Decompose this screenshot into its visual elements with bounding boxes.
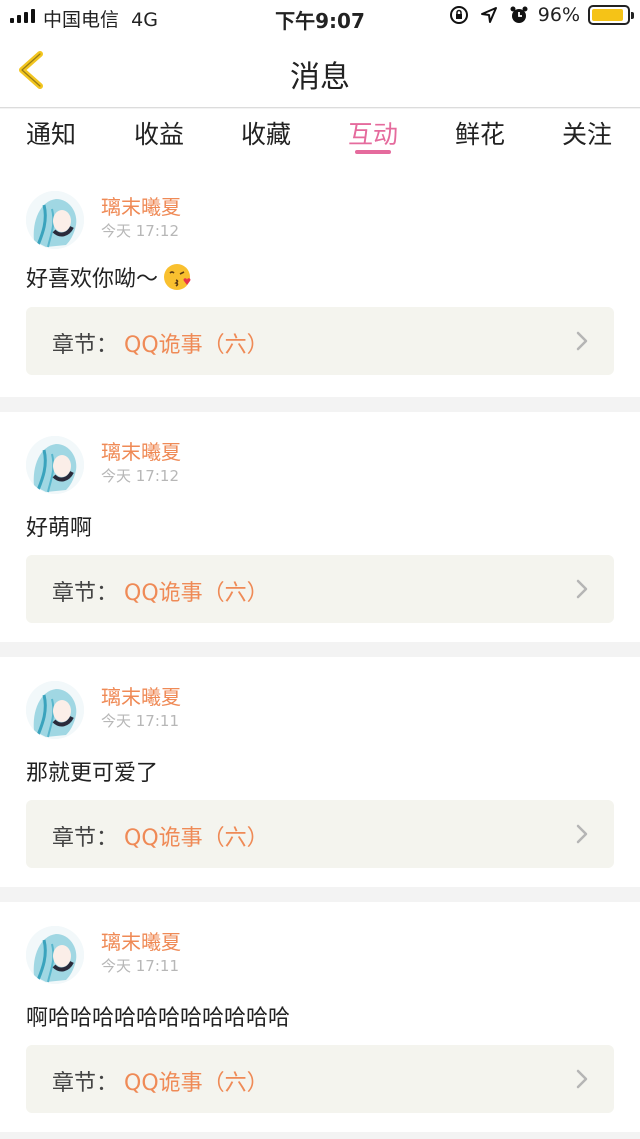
- avatar[interactable]: [26, 681, 84, 739]
- message-card: 璃末曦夏 今天 17:11 那就更可爱了 章节： QQ诡事（六）: [0, 657, 640, 887]
- alarm-icon: [508, 4, 530, 26]
- message-content: 好萌啊: [26, 510, 92, 542]
- timestamp: 今天 17:11: [101, 712, 179, 730]
- chapter-link[interactable]: 章节： QQ诡事（六）: [26, 800, 614, 868]
- message-content: 啊哈哈哈哈哈哈哈哈哈哈哈: [26, 1000, 290, 1032]
- chevron-right-icon: [576, 824, 588, 844]
- tab-favorites[interactable]: 收藏: [241, 115, 291, 151]
- message-card: 璃末曦夏 今天 17:12 好喜欢你呦～ 章节： QQ诡事（六）: [0, 167, 640, 397]
- location-icon: [478, 4, 500, 26]
- tab-flowers[interactable]: 鲜花: [455, 115, 505, 151]
- tab-earnings[interactable]: 收益: [134, 115, 184, 151]
- message-text: 那就更可爱了: [26, 761, 159, 786]
- active-tab-indicator: [355, 150, 391, 154]
- chapter-name: QQ诡事（六）: [124, 581, 269, 606]
- message-text: 好喜欢你呦～: [26, 267, 159, 292]
- kiss-emoji-icon: [162, 262, 192, 292]
- username[interactable]: 璃末曦夏: [101, 926, 181, 955]
- message-card: 璃末曦夏 今天 17:12 好萌啊 章节： QQ诡事（六）: [0, 412, 640, 642]
- avatar[interactable]: [26, 191, 84, 249]
- message-text: 好萌啊: [26, 516, 93, 541]
- rotation-lock-icon: [448, 4, 470, 26]
- status-right-group: 96%: [448, 4, 634, 26]
- username[interactable]: 璃末曦夏: [101, 681, 181, 710]
- battery-icon: [588, 5, 634, 25]
- chevron-right-icon: [576, 331, 588, 351]
- chapter-link[interactable]: 章节： QQ诡事（六）: [26, 307, 614, 375]
- chevron-right-icon: [576, 1069, 588, 1089]
- tab-following[interactable]: 关注: [562, 115, 612, 151]
- message-card: 璃末曦夏 今天 17:11 啊哈哈哈哈哈哈哈哈哈哈哈 章节： QQ诡事（六）: [0, 902, 640, 1132]
- chapter-link[interactable]: 章节： QQ诡事（六）: [26, 555, 614, 623]
- tab-bar: 通知 收益 收藏 互动 鲜花 关注: [0, 109, 640, 167]
- message-text: 啊哈哈哈哈哈哈哈哈哈哈哈: [26, 1006, 291, 1031]
- timestamp: 今天 17:12: [101, 467, 179, 485]
- chapter-name: QQ诡事（六）: [124, 826, 269, 851]
- status-bar: 中国电信 4G 下午9:07 96%: [0, 0, 640, 34]
- chapter-label: 章节：: [52, 333, 119, 358]
- timestamp: 今天 17:12: [101, 222, 179, 240]
- username[interactable]: 璃末曦夏: [101, 191, 181, 220]
- chevron-right-icon: [576, 579, 588, 599]
- tab-interactions[interactable]: 互动: [348, 115, 398, 151]
- chapter-name: QQ诡事（六）: [124, 333, 269, 358]
- message-content: 那就更可爱了: [26, 755, 158, 787]
- chapter-link[interactable]: 章节： QQ诡事（六）: [26, 1045, 614, 1113]
- avatar[interactable]: [26, 436, 84, 494]
- tab-notifications[interactable]: 通知: [26, 115, 76, 151]
- chapter-label: 章节：: [52, 826, 119, 851]
- chapter-name: QQ诡事（六）: [124, 1071, 269, 1096]
- username[interactable]: 璃末曦夏: [101, 436, 181, 465]
- navigation-bar: 消息: [0, 34, 640, 108]
- message-content: 好喜欢你呦～: [26, 261, 192, 293]
- timestamp: 今天 17:11: [101, 957, 179, 975]
- avatar[interactable]: [26, 926, 84, 984]
- chapter-label: 章节：: [52, 1071, 119, 1096]
- page-title: 消息: [290, 60, 350, 95]
- chapter-label: 章节：: [52, 581, 119, 606]
- battery-percent: 96%: [537, 4, 580, 26]
